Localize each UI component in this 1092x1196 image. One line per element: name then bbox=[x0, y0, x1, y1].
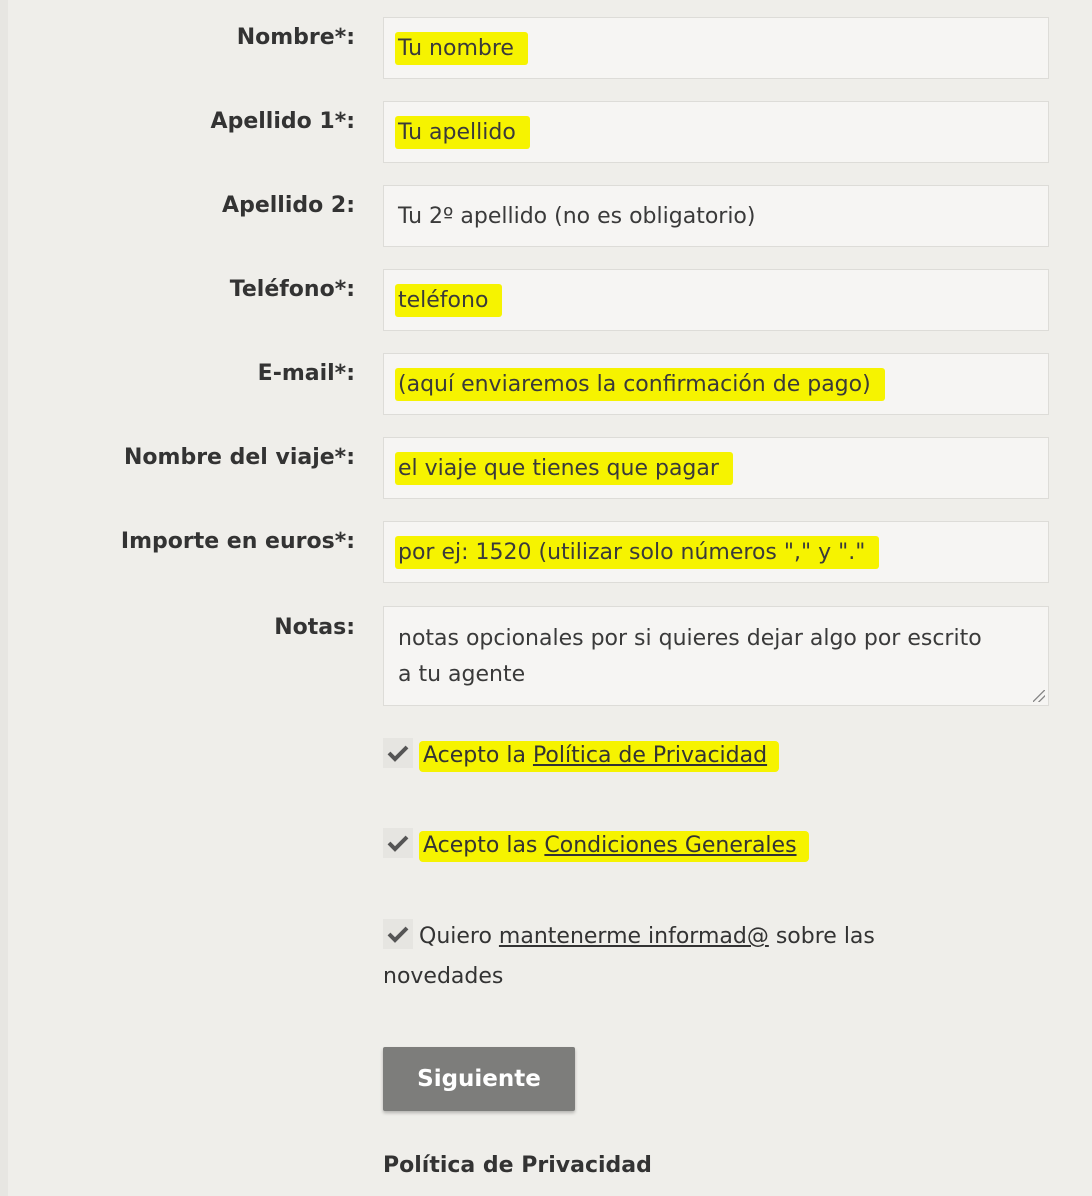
privacy-policy-heading: Política de Privacidad bbox=[383, 1153, 652, 1178]
newsletter-suffix: sobre las bbox=[768, 924, 875, 949]
nombre-placeholder: Tu nombre bbox=[395, 32, 528, 65]
checkmark-icon bbox=[387, 926, 409, 943]
telefono-placeholder: teléfono bbox=[395, 284, 503, 317]
resize-handle-icon[interactable] bbox=[1033, 690, 1045, 702]
apellido1-input[interactable]: Tu apellido bbox=[383, 101, 1049, 163]
telefono-input[interactable]: teléfono bbox=[383, 269, 1049, 331]
checkmark-icon bbox=[387, 745, 409, 762]
viaje-input[interactable]: el viaje que tienes que pagar bbox=[383, 437, 1049, 499]
apellido2-placeholder: Tu 2º apellido (no es obligatorio) bbox=[398, 204, 756, 229]
apellido2-input[interactable]: Tu 2º apellido (no es obligatorio) bbox=[383, 185, 1049, 247]
conditions-checkbox[interactable] bbox=[383, 828, 413, 858]
checkmark-icon bbox=[387, 835, 409, 852]
privacy-consent-row: Acepto la Política de Privacidad bbox=[383, 736, 780, 776]
nombre-label: Nombre*: bbox=[236, 25, 355, 50]
email-placeholder: (aquí enviaremos la confirmación de pago… bbox=[395, 368, 885, 401]
viaje-placeholder: el viaje que tienes que pagar bbox=[395, 452, 733, 485]
conditions-link[interactable]: Condiciones Generales bbox=[544, 833, 796, 858]
notas-placeholder: notas opcionales por si quieres dejar al… bbox=[398, 626, 982, 687]
siguiente-button[interactable]: Siguiente bbox=[383, 1047, 575, 1111]
importe-placeholder: por ej: 1520 (utilizar solo números "," … bbox=[395, 536, 880, 569]
email-input[interactable]: (aquí enviaremos la confirmación de pago… bbox=[383, 353, 1049, 415]
notas-textarea[interactable]: notas opcionales por si quieres dejar al… bbox=[383, 606, 1049, 706]
newsletter-checkbox[interactable] bbox=[383, 919, 413, 949]
conditions-consent-row: Acepto las Condiciones Generales bbox=[383, 826, 809, 866]
newsletter-consent-row: Quiero mantenerme informad@ sobre las nov… bbox=[383, 917, 983, 997]
importe-input[interactable]: por ej: 1520 (utilizar solo números "," … bbox=[383, 521, 1049, 583]
viaje-label: Nombre del viaje*: bbox=[124, 445, 355, 470]
apellido1-label: Apellido 1*: bbox=[210, 109, 355, 134]
notas-label: Notas: bbox=[274, 615, 355, 640]
apellido2-label: Apellido 2: bbox=[222, 193, 355, 218]
privacy-checkbox[interactable] bbox=[383, 738, 413, 768]
importe-label: Importe en euros*: bbox=[120, 529, 355, 554]
newsletter-link[interactable]: mantenerme informad@ bbox=[499, 924, 769, 949]
payment-form-page: Nombre*: Tu nombre Apellido 1*: Tu apell… bbox=[0, 0, 1092, 1196]
nombre-input[interactable]: Tu nombre bbox=[383, 17, 1049, 79]
conditions-prefix: Acepto las bbox=[423, 833, 545, 858]
email-label: E-mail*: bbox=[257, 361, 355, 386]
telefono-label: Teléfono*: bbox=[229, 277, 355, 302]
privacy-policy-link[interactable]: Política de Privacidad bbox=[533, 743, 767, 768]
newsletter-prefix: Quiero bbox=[419, 924, 499, 949]
privacy-prefix: Acepto la bbox=[423, 743, 533, 768]
newsletter-line2: novedades bbox=[383, 964, 504, 989]
apellido1-placeholder: Tu apellido bbox=[395, 116, 530, 149]
